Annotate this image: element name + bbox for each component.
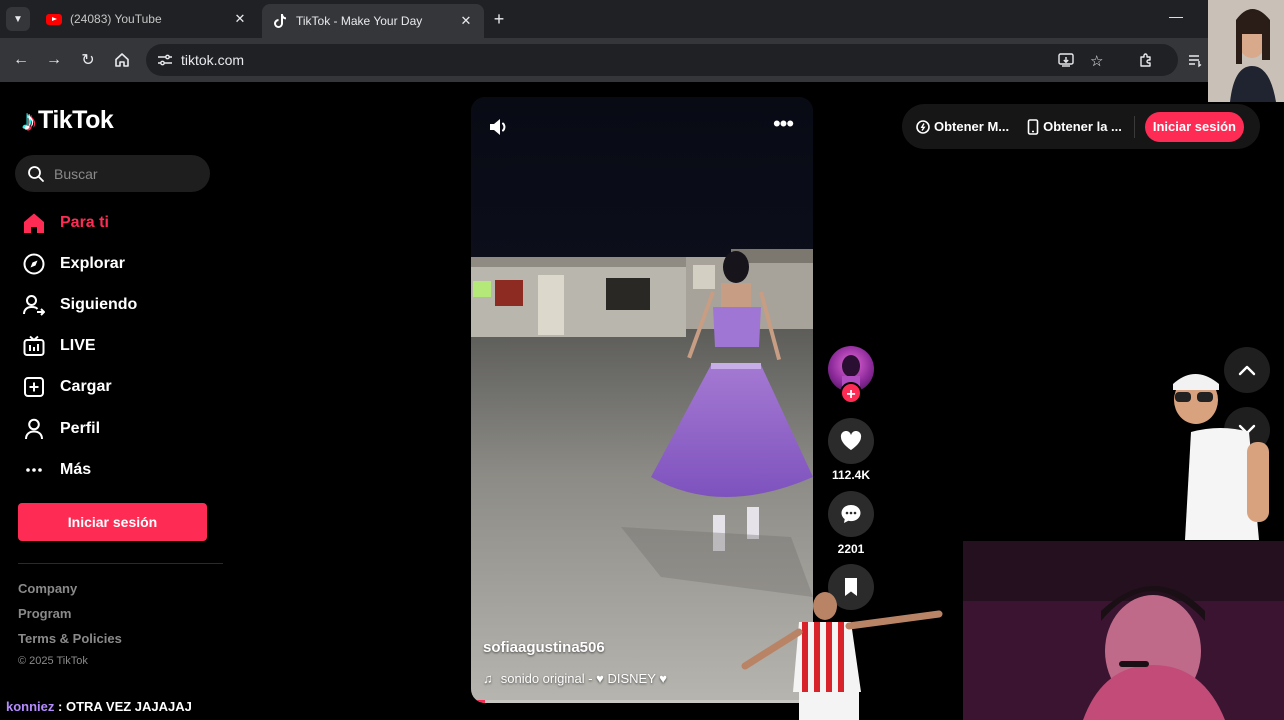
- tab-search-button[interactable]: ▼: [6, 7, 30, 31]
- back-icon[interactable]: ←: [9, 48, 33, 72]
- tab-title: (24083) YouTube: [70, 12, 162, 26]
- search-box[interactable]: [15, 155, 210, 192]
- search-input[interactable]: [54, 165, 194, 182]
- sidebar-item-label: Perfil: [60, 419, 101, 437]
- browser-tab-tiktok[interactable]: TikTok - Make Your Day ✕: [262, 4, 484, 38]
- heart-icon: [840, 431, 862, 450]
- sidebar-item-label: Más: [60, 460, 92, 478]
- coin-icon: [916, 119, 930, 134]
- logo-text: TikTok: [38, 106, 114, 134]
- sidebar-item-label: LIVE: [60, 337, 96, 355]
- sidebar-item-mas[interactable]: Más: [22, 449, 137, 490]
- sidebar-item-label: Para ti: [60, 213, 109, 231]
- tiktok-logo[interactable]: ♪ TikTok: [22, 104, 114, 136]
- phone-icon: [1027, 118, 1039, 135]
- browser-tab-strip: ▼ (24083) YouTube ✕ TikTok - Make Your D…: [0, 0, 1284, 38]
- footer-link-company[interactable]: Company: [18, 581, 77, 596]
- chat-message: : OTRA VEZ JAJAJAJ: [54, 699, 192, 714]
- get-app-label: Obtener la ...: [1043, 119, 1122, 134]
- home-button-icon[interactable]: [110, 48, 134, 72]
- tiktok-note-icon: ♪: [22, 104, 36, 136]
- compass-icon: [22, 252, 46, 276]
- comment-button[interactable]: [828, 491, 874, 537]
- footer-link-program[interactable]: Program: [18, 606, 71, 621]
- sidebar-nav: Para ti Explorar Siguiendo LIVE Cargar P…: [22, 202, 137, 490]
- browser-tab-youtube[interactable]: (24083) YouTube ✕: [36, 4, 258, 34]
- close-tab-icon[interactable]: ✕: [232, 11, 248, 27]
- reading-list-icon[interactable]: [1183, 48, 1207, 72]
- home-icon: [22, 211, 46, 235]
- profile-icon: [22, 417, 46, 441]
- install-app-icon[interactable]: [1058, 52, 1074, 72]
- new-tab-button[interactable]: +: [488, 8, 510, 30]
- volume-icon[interactable]: [487, 115, 511, 139]
- footer-link-terms[interactable]: Terms & Policies: [18, 631, 122, 646]
- login-button[interactable]: Iniciar sesión: [18, 503, 207, 541]
- footballer-sticker-overlay: [737, 586, 951, 720]
- like-button[interactable]: [828, 418, 874, 464]
- extensions-icon[interactable]: [1134, 48, 1158, 72]
- youtube-icon: [46, 11, 62, 27]
- address-bar[interactable]: tiktok.com ☆: [146, 44, 1178, 76]
- browser-toolbar: ← → ↻ tiktok.com ☆: [0, 38, 1284, 82]
- comment-icon: [841, 505, 861, 523]
- upload-icon: [22, 375, 46, 399]
- video-author[interactable]: sofiaagustina506: [483, 639, 605, 656]
- video-progress-fill: [471, 700, 485, 703]
- sidebar-item-label: Cargar: [60, 378, 112, 396]
- site-settings-icon[interactable]: [154, 50, 176, 70]
- sticker-man-overlay: [1163, 362, 1284, 540]
- tab-title: TikTok - Make Your Day: [296, 14, 423, 28]
- streamer-photo-overlay: [1208, 0, 1284, 102]
- like-count: 112.4K: [831, 468, 871, 482]
- search-icon: [28, 165, 44, 182]
- webcam-overlay: [963, 541, 1284, 720]
- stream-chat-message: konniez : OTRA VEZ JAJAJAJ: [6, 699, 192, 714]
- more-options-icon[interactable]: •••: [771, 113, 795, 139]
- topbar-login-button[interactable]: Iniciar sesión: [1144, 111, 1244, 142]
- sidebar-item-explorar[interactable]: Explorar: [22, 243, 137, 284]
- following-icon: [22, 293, 46, 317]
- get-app-link[interactable]: Obtener la ...: [1027, 118, 1122, 135]
- sidebar-item-perfil[interactable]: Perfil: [22, 408, 137, 449]
- video-sound[interactable]: ♫ sonido original - ♥ DISNEY ♥: [483, 671, 667, 686]
- minimize-window-button[interactable]: —: [1168, 8, 1184, 24]
- sidebar-item-label: Explorar: [60, 254, 125, 272]
- sidebar-item-siguiendo[interactable]: Siguiendo: [22, 284, 137, 325]
- topbar-divider: [1133, 115, 1135, 138]
- url-text: tiktok.com: [181, 52, 245, 68]
- music-note-icon: ♫: [483, 671, 493, 686]
- sidebar-item-cargar[interactable]: Cargar: [22, 367, 137, 408]
- bookmark-star-icon[interactable]: ☆: [1090, 52, 1103, 70]
- sidebar-item-live[interactable]: LIVE: [22, 326, 137, 367]
- get-coins-link[interactable]: Obtener M...: [916, 119, 1009, 134]
- live-icon: [22, 334, 46, 358]
- top-actions-bar: Obtener M... Obtener la ... Iniciar sesi…: [902, 104, 1260, 149]
- sidebar-item-label: Siguiendo: [60, 295, 138, 313]
- sidebar-item-para-ti[interactable]: Para ti: [22, 202, 137, 243]
- get-coins-label: Obtener M...: [934, 119, 1010, 134]
- sidebar-divider: [18, 563, 223, 564]
- forward-icon[interactable]: →: [42, 48, 66, 72]
- follow-plus-icon[interactable]: +: [840, 382, 862, 404]
- more-icon: [22, 458, 46, 482]
- reload-icon[interactable]: ↻: [76, 48, 100, 72]
- sound-title: sonido original - ♥ DISNEY ♥: [500, 671, 667, 686]
- copyright-text: © 2025 TikTok: [18, 655, 88, 667]
- close-tab-icon[interactable]: ✕: [458, 13, 474, 29]
- tiktok-icon: [272, 13, 288, 29]
- comment-count: 2201: [837, 542, 865, 556]
- chat-username: konniez: [6, 699, 55, 714]
